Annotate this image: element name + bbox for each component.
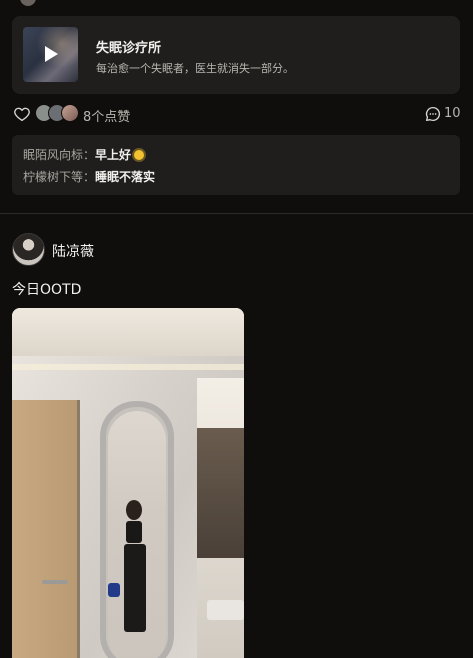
photo-door bbox=[12, 400, 80, 658]
comment-item[interactable]: 眠陌风向标：早上好 bbox=[23, 146, 145, 163]
photo-ceiling-light bbox=[12, 364, 244, 370]
post-photo[interactable] bbox=[12, 308, 244, 658]
comment-author[interactable]: 眠陌风向标： bbox=[23, 148, 95, 162]
comments-preview[interactable]: 眠陌风向标：早上好 柠檬树下等：睡眠不落实 bbox=[12, 135, 460, 195]
photo-bathroom-cabinet bbox=[197, 428, 244, 558]
post-caption: 今日OOTD bbox=[12, 282, 82, 298]
music-description: 每治愈一个失眠者，医生就消失一部分。 bbox=[96, 62, 294, 75]
post-username[interactable]: 陆凉薇 bbox=[52, 241, 94, 261]
photo-person-head bbox=[126, 500, 142, 520]
music-title: 失眠诊疗所 bbox=[96, 41, 162, 56]
photo-ceiling bbox=[12, 308, 244, 356]
photo-person-top bbox=[126, 521, 142, 543]
comment-author[interactable]: 柠檬树下等： bbox=[23, 170, 95, 184]
sun-emoji-icon bbox=[134, 150, 145, 160]
heart-outline-icon[interactable] bbox=[13, 105, 31, 123]
play-icon[interactable] bbox=[45, 46, 58, 62]
comment-text: 早上好 bbox=[95, 148, 132, 162]
comment-count[interactable]: 10 bbox=[444, 106, 461, 121]
music-cover[interactable] bbox=[23, 27, 78, 82]
feed-page: 失眠诊疗所 每治愈一个失眠者，医生就消失一部分。 8个点赞 10 眠陌风向标：早… bbox=[0, 0, 473, 658]
photo-sink bbox=[207, 600, 244, 620]
previous-post-avatar[interactable] bbox=[20, 0, 36, 6]
comment-item[interactable]: 柠檬树下等：睡眠不落实 bbox=[23, 168, 155, 185]
photo-person-pants bbox=[124, 544, 146, 632]
comment-text: 睡眠不落实 bbox=[95, 170, 156, 184]
comment-bubble-icon[interactable] bbox=[424, 105, 442, 123]
photo-blue-bag bbox=[108, 583, 120, 597]
avatar[interactable] bbox=[12, 233, 45, 266]
music-share-card[interactable]: 失眠诊疗所 每治愈一个失眠者，医生就消失一部分。 bbox=[12, 16, 460, 94]
liker-avatar bbox=[61, 104, 79, 122]
photo-door-handle bbox=[42, 580, 68, 584]
liker-avatars[interactable] bbox=[35, 104, 85, 124]
like-count[interactable]: 8个点赞 bbox=[83, 106, 130, 125]
post-divider bbox=[0, 213, 473, 214]
